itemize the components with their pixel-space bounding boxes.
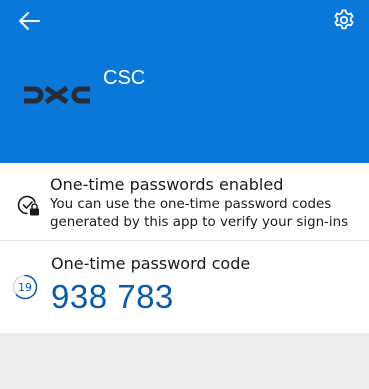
settings-button[interactable]: [329, 5, 359, 35]
countdown-timer: 19: [12, 274, 38, 300]
otp-code-label: One-time password code: [51, 254, 251, 273]
otp-code-row: 19 One-time password code 938 783: [0, 242, 369, 333]
otp-status-row: One-time passwords enabled You can use t…: [0, 163, 369, 241]
account-name: CSC: [103, 67, 146, 89]
gear-icon: [334, 9, 354, 30]
device-lock-check-icon: [17, 195, 39, 216]
account-header: CSC: [0, 0, 369, 163]
otp-code-value[interactable]: 938 783: [51, 278, 174, 316]
account-details-card: One-time passwords enabled You can use t…: [0, 163, 369, 333]
status-title: One-time passwords enabled: [50, 175, 284, 194]
status-description: You can use the one-time password codes …: [50, 197, 349, 230]
timer-seconds: 19: [18, 280, 32, 294]
dxc-logo: [24, 85, 90, 105]
arrow-left-icon: [19, 12, 40, 30]
back-button[interactable]: [14, 6, 44, 36]
